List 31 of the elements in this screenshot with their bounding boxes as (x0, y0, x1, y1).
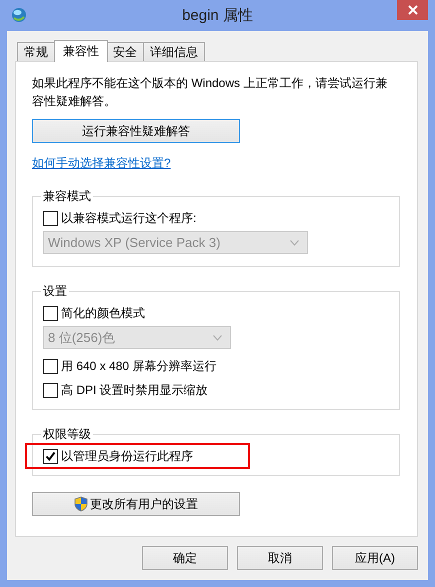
help-link[interactable]: 如何手动选择兼容性设置? (32, 155, 171, 172)
shield-icon (74, 496, 88, 512)
group-title: 兼容模式 (42, 188, 92, 205)
dialog-button[interactable]: 确定 (142, 546, 228, 570)
group-title: 权限等级 (42, 426, 92, 443)
checkbox-label[interactable]: 简化的颜色模式 (61, 304, 145, 322)
checkbox-label[interactable]: 以管理员身份运行此程序 (61, 448, 193, 464)
checkbox[interactable] (43, 448, 58, 464)
troubleshoot-button[interactable]: 运行兼容性疑难解答 (32, 119, 240, 143)
checkbox[interactable] (43, 306, 58, 320)
window-title: begin 属性 (181, 6, 254, 25)
tab[interactable]: 详细信息 (143, 42, 205, 61)
dialog-button[interactable]: 取消 (237, 546, 323, 570)
checkbox[interactable] (43, 358, 58, 374)
checkbox-label[interactable]: 高 DPI 设置时禁用显示缩放 (61, 382, 208, 398)
description-text: 如果此程序不能在这个版本的 Windows 上正常工作，请尝试运行兼容性疑难解答。 (32, 75, 388, 110)
checkbox-label[interactable]: 以兼容模式运行这个程序: (61, 210, 196, 226)
checkbox[interactable] (43, 210, 58, 226)
globe-icon (11, 6, 27, 22)
group-title: 设置 (42, 283, 68, 300)
tab[interactable]: 兼容性 (54, 40, 108, 62)
tab[interactable]: 常规 (17, 42, 55, 61)
checkbox[interactable] (43, 382, 58, 398)
close-icon (408, 5, 418, 15)
tab[interactable]: 安全 (106, 42, 144, 61)
change-all-users-button[interactable]: 更改所有用户的设置 (32, 492, 240, 516)
dialog-button[interactable]: 应用(A) (332, 546, 418, 570)
checkbox-label[interactable]: 用 640 x 480 屏幕分辨率运行 (61, 358, 216, 374)
close-button[interactable] (397, 0, 428, 20)
caret-icon (213, 334, 222, 340)
caret-icon (290, 240, 299, 246)
